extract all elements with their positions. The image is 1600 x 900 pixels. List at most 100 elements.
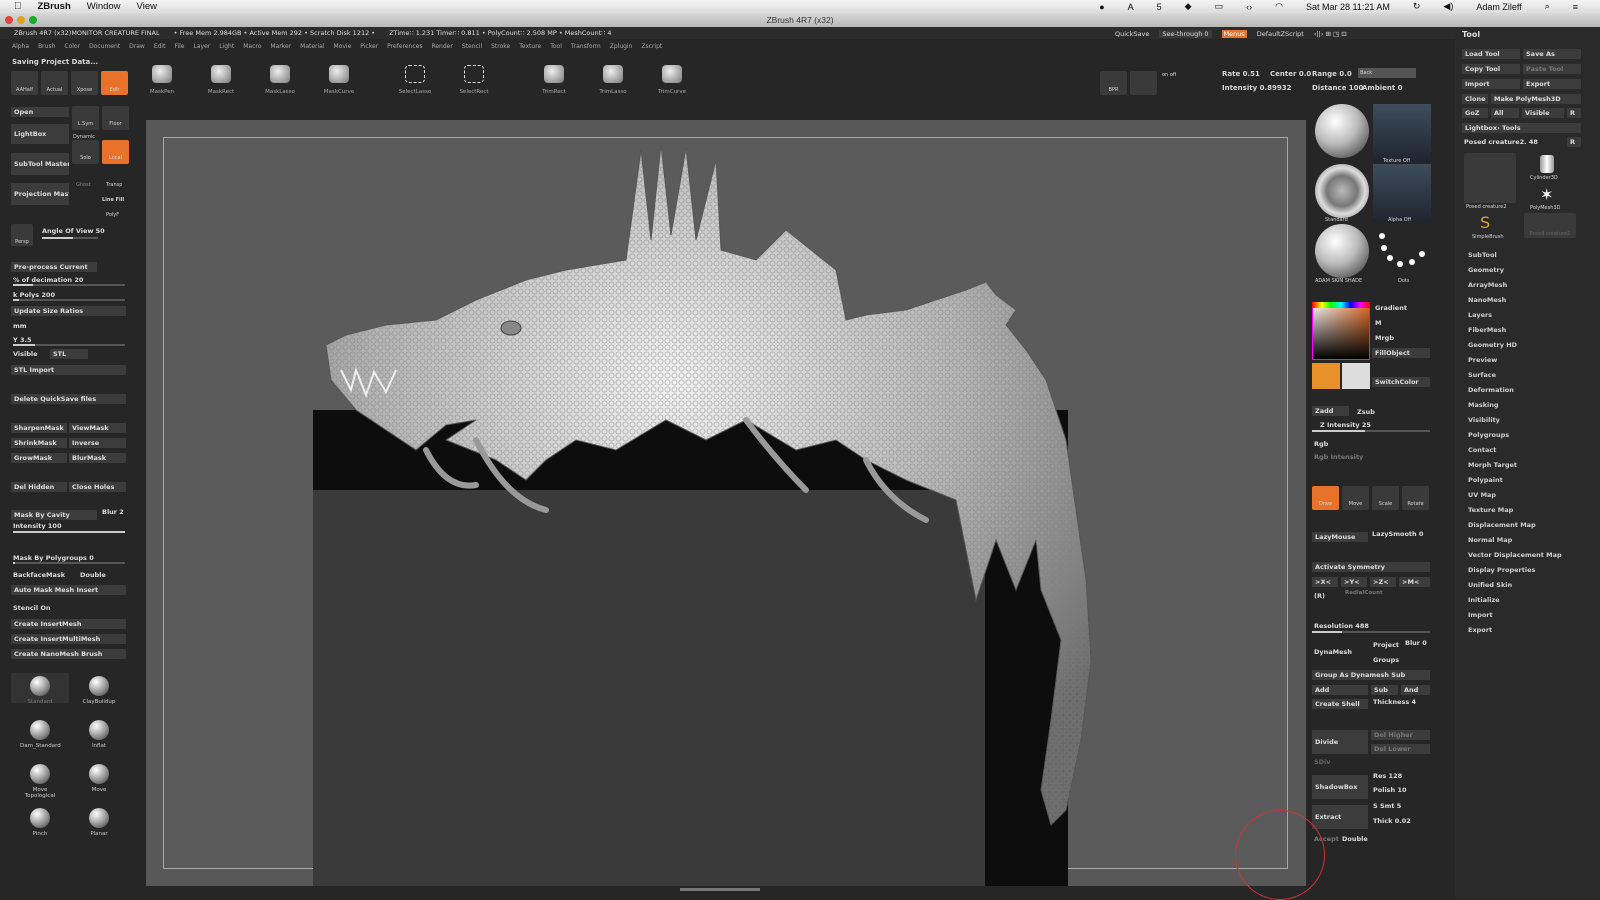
delete-quicksave-button[interactable]: Delete QuickSave files [11, 394, 126, 404]
menu-render[interactable]: Render [431, 43, 452, 53]
backface-mask-button[interactable]: BackfaceMask [13, 571, 65, 579]
standard-brush-preview-icon[interactable] [1315, 164, 1369, 218]
project-button[interactable]: Project [1373, 641, 1399, 649]
menu-material[interactable]: Material [300, 43, 324, 53]
inverse-button[interactable]: Inverse [69, 438, 126, 448]
edit-button[interactable]: Edit [101, 71, 128, 95]
del-higher-button[interactable]: Del Higher [1371, 730, 1430, 740]
tool-menu-morph-target[interactable]: Morph Target [1468, 461, 1517, 469]
y-track[interactable] [13, 344, 125, 346]
app-menu[interactable]: ZBrush [38, 1, 71, 12]
volume-icon[interactable]: ◀) [1443, 1, 1453, 12]
stencil-on-button[interactable]: Stencil On [13, 604, 51, 612]
tool-menu-arraymesh[interactable]: ArrayMesh [1468, 281, 1507, 289]
center-slider[interactable]: Center 0.0 [1270, 70, 1311, 78]
hue-strip[interactable] [1312, 302, 1370, 308]
xpose-button[interactable]: Xpose [71, 71, 98, 95]
intensity-slider[interactable]: Intensity 100 [13, 522, 61, 530]
aahalf-button[interactable]: AAHalf [11, 71, 38, 95]
see-through-slider[interactable]: See-through 0 [1159, 30, 1212, 38]
del-hidden-button[interactable]: Del Hidden [11, 482, 67, 492]
rgb-intensity-slider[interactable]: Rgb Intensity [1314, 453, 1363, 461]
res-slider[interactable]: Res 128 [1373, 772, 1402, 780]
extract-button[interactable]: Extract [1312, 805, 1368, 829]
tool-menu-vector-displacement-map[interactable]: Vector Displacement Map [1468, 551, 1562, 559]
maskrect-button[interactable]: MaskRect [201, 65, 241, 95]
menu-zscript[interactable]: Zscript [641, 43, 662, 53]
tool-menu-texture-map[interactable]: Texture Map [1468, 506, 1513, 514]
menu-picker[interactable]: Picker [360, 43, 378, 53]
close-holes-button[interactable]: Close Holes [69, 482, 126, 492]
brush-move[interactable]: Move [79, 764, 119, 793]
sym-y-button[interactable]: >Y< [1341, 577, 1367, 587]
tool-menu-fibermesh[interactable]: FiberMesh [1468, 326, 1506, 334]
tool-menu-surface[interactable]: Surface [1468, 371, 1496, 379]
distance-slider[interactable]: Distance 100 [1312, 84, 1363, 92]
tool-menu-visibility[interactable]: Visibility [1468, 416, 1500, 424]
maskcurve-button[interactable]: MaskCurve [319, 65, 359, 95]
secondary-color-swatch[interactable] [1342, 363, 1370, 389]
s-smt-slider[interactable]: S Smt 5 [1373, 802, 1401, 810]
z-intensity-track[interactable] [1312, 430, 1430, 432]
grow-mask-button[interactable]: GrowMask [11, 453, 67, 463]
tool-menu-subtool[interactable]: SubTool [1468, 251, 1497, 259]
trimrect-button[interactable]: TrimRect [534, 65, 574, 95]
polyf-button[interactable]: PolyF [106, 212, 119, 218]
create-shell-button[interactable]: Create Shell [1312, 699, 1368, 709]
menu-texture[interactable]: Texture [519, 43, 541, 53]
del-lower-button[interactable]: Del Lower [1371, 744, 1430, 754]
tool-menu-displacement-map[interactable]: Displacement Map [1468, 521, 1536, 529]
double-button[interactable]: Double [80, 571, 106, 579]
shadowbox-button[interactable]: ShadowBox [1312, 775, 1368, 799]
mask-by-cavity-button[interactable]: Mask By Cavity [11, 510, 97, 520]
tool-menu-unified-skin[interactable]: Unified Skin [1468, 581, 1512, 589]
menus-toggle[interactable]: Menus [1221, 30, 1247, 38]
menu-file[interactable]: File [174, 43, 184, 53]
radial-r-button[interactable]: (R) [1314, 592, 1325, 600]
preprocess-button[interactable]: Pre-process Current [11, 262, 97, 272]
divide-button[interactable]: Divide [1312, 730, 1368, 754]
sdiv-slider[interactable]: SDiv [1314, 758, 1331, 766]
menu-marker[interactable]: Marker [270, 43, 291, 53]
thick-slider[interactable]: Thick 0.02 [1373, 817, 1411, 825]
menu-macro[interactable]: Macro [243, 43, 261, 53]
open-button[interactable]: Open [11, 107, 69, 117]
window-menu[interactable]: Window [87, 1, 121, 12]
kpolys-track[interactable] [13, 299, 125, 301]
sub-button[interactable]: Sub [1371, 685, 1398, 695]
thickness-slider[interactable]: Thickness 4 [1373, 698, 1416, 706]
tool-menu-geometry[interactable]: Geometry [1468, 266, 1504, 274]
ghost-button[interactable]: Ghost [76, 182, 91, 188]
move-mode-button[interactable]: Move [1342, 486, 1369, 510]
auto-mask-mesh-insert-button[interactable]: Auto Mask Mesh Insert [11, 585, 126, 595]
apple-icon[interactable]:  [14, 1, 22, 12]
menu-draw[interactable]: Draw [129, 43, 145, 53]
angle-of-view-slider[interactable]: Angle Of View 50 [42, 227, 105, 235]
tool-menu-layers[interactable]: Layers [1468, 311, 1492, 319]
menu-color[interactable]: Color [64, 43, 80, 53]
wifi-icon[interactable]: ◠ [1275, 1, 1283, 12]
tool-menu-normal-map[interactable]: Normal Map [1468, 536, 1512, 544]
user-name[interactable]: Adam Zileff [1476, 2, 1521, 12]
y-slider[interactable]: Y 3.5 [13, 336, 31, 344]
import-button[interactable]: Import [1462, 79, 1520, 89]
dropbox-icon[interactable]: ◆ [1185, 1, 1192, 12]
info-icon[interactable]: ● [1099, 2, 1104, 12]
brush-claybuildup[interactable]: ClayBuildup [79, 676, 119, 705]
menu-alpha[interactable]: Alpha [12, 43, 29, 53]
canvas-viewport[interactable] [146, 120, 1306, 886]
rgb-button[interactable]: Rgb [1314, 440, 1328, 448]
blur-slider[interactable]: Blur 2 [102, 508, 124, 516]
mask-by-polygroups-slider[interactable]: Mask By Polygroups 0 [13, 554, 94, 562]
brush-pinch[interactable]: Pinch [20, 808, 60, 837]
tool-menu-import[interactable]: Import [1468, 611, 1493, 619]
shrink-mask-button[interactable]: ShrinkMask [11, 438, 67, 448]
selectlasso-button[interactable]: SelectLasso [395, 65, 435, 95]
brush-inflat[interactable]: Inflat [79, 720, 119, 749]
tool-menu-masking[interactable]: Masking [1468, 401, 1499, 409]
r-button-2[interactable]: R [1567, 137, 1581, 147]
radialcount-slider[interactable]: RadialCount [1345, 590, 1383, 596]
lazymouse-button[interactable]: LazyMouse [1312, 532, 1368, 542]
trimlasso-button[interactable]: TrimLasso [593, 65, 633, 95]
group-as-dynamesh-sub-button[interactable]: Group As Dynamesh Sub [1312, 670, 1430, 680]
